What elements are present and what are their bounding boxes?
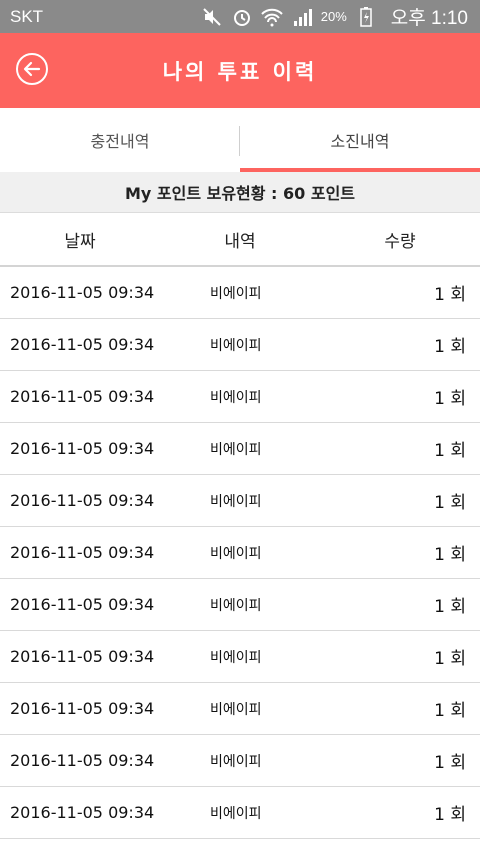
alarm-icon <box>231 6 253 28</box>
status-icons: 20% 오후 1:10 <box>201 3 468 30</box>
row-date: 2016-11-05 09:34 <box>10 803 155 822</box>
row-date: 2016-11-05 09:34 <box>10 439 155 458</box>
status-bar: SKT 20% 오후 1:10 <box>0 0 480 33</box>
row-detail: 비에이피 <box>210 337 262 354</box>
back-arrow-icon <box>23 61 41 77</box>
signal-icon <box>291 6 313 28</box>
table-row: 2016-11-05 09:34 비에이피 1 회 <box>0 319 480 371</box>
row-detail: 비에이피 <box>210 493 262 510</box>
tab-label: 충전내역 <box>90 132 150 151</box>
row-date: 2016-11-05 09:34 <box>10 751 155 770</box>
row-date: 2016-11-05 09:34 <box>10 283 155 302</box>
wifi-icon <box>261 6 283 28</box>
table-row: 2016-11-05 09:34 비에이피 1 회 <box>0 527 480 579</box>
tab-usage-history[interactable]: 소진내역 <box>240 108 480 172</box>
column-header-quantity: 수량 <box>384 231 416 252</box>
table-row: 2016-11-05 09:34 비에이피 1 회 <box>0 267 480 319</box>
column-header-detail: 내역 <box>224 231 256 252</box>
row-detail: 비에이피 <box>210 285 262 302</box>
row-date: 2016-11-05 09:34 <box>10 335 155 354</box>
row-quantity: 1 회 <box>434 649 466 669</box>
table-row: 2016-11-05 09:34 비에이피 1 회 <box>0 423 480 475</box>
row-quantity: 1 회 <box>434 701 466 721</box>
column-header-date: 날짜 <box>64 231 96 252</box>
table-row: 2016-11-05 09:34 비에이피 1 회 <box>0 683 480 735</box>
carrier-label: SKT <box>10 6 44 26</box>
row-detail: 비에이피 <box>210 545 262 562</box>
table-row: 2016-11-05 09:34 비에이피 1 회 <box>0 787 480 839</box>
row-detail: 비에이피 <box>210 649 262 666</box>
row-quantity: 1 회 <box>434 285 466 305</box>
row-date: 2016-11-05 09:34 <box>10 387 155 406</box>
battery-percent: 20% <box>320 9 347 24</box>
tab-bar: 충전내역 소진내역 <box>0 108 480 172</box>
table-body: 2016-11-05 09:34 비에이피 1 회 2016-11-05 09:34 비… <box>0 267 480 839</box>
table-row: 2016-11-05 09:34 비에이피 1 회 <box>0 475 480 527</box>
row-date: 2016-11-05 09:34 <box>10 543 155 562</box>
row-quantity: 1 회 <box>434 441 466 461</box>
app-bar: 나의 투표 이력 <box>0 33 480 108</box>
usage-table: 날짜 내역 수량 2016-11-05 09:34 비에이피 1 회 2016-11-… <box>0 213 480 839</box>
row-date: 2016-11-05 09:34 <box>10 491 155 510</box>
row-detail: 비에이피 <box>210 701 262 718</box>
clock: 오후 1:10 <box>390 8 468 29</box>
row-detail: 비에이피 <box>210 753 262 770</box>
row-quantity: 1 회 <box>434 597 466 617</box>
table-row: 2016-11-05 09:34 비에이피 1 회 <box>0 579 480 631</box>
table-header: 날짜 내역 수량 <box>0 213 480 267</box>
row-quantity: 1 회 <box>434 493 466 513</box>
row-detail: 비에이피 <box>210 805 262 822</box>
battery-charging-icon <box>355 6 377 28</box>
back-button[interactable] <box>16 53 48 85</box>
row-quantity: 1 회 <box>434 753 466 773</box>
points-summary-text: My 포인트 보유현황 : 60 포인트 <box>124 184 356 203</box>
row-quantity: 1 회 <box>434 805 466 825</box>
row-quantity: 1 회 <box>434 389 466 409</box>
tab-label: 소진내역 <box>330 132 390 151</box>
row-quantity: 1 회 <box>434 337 466 357</box>
points-summary: My 포인트 보유현황 : 60 포인트 <box>0 172 480 213</box>
table-row: 2016-11-05 09:34 비에이피 1 회 <box>0 631 480 683</box>
row-date: 2016-11-05 09:34 <box>10 699 155 718</box>
row-detail: 비에이피 <box>210 389 262 406</box>
row-quantity: 1 회 <box>434 545 466 565</box>
row-detail: 비에이피 <box>210 441 262 458</box>
row-detail: 비에이피 <box>210 597 262 614</box>
tab-charge-history[interactable]: 충전내역 <box>0 108 240 172</box>
row-date: 2016-11-05 09:34 <box>10 647 155 666</box>
row-date: 2016-11-05 09:34 <box>10 595 155 614</box>
mute-icon <box>201 6 223 28</box>
table-row: 2016-11-05 09:34 비에이피 1 회 <box>0 735 480 787</box>
table-row: 2016-11-05 09:34 비에이피 1 회 <box>0 371 480 423</box>
page-title: 나의 투표 이력 <box>162 59 318 84</box>
